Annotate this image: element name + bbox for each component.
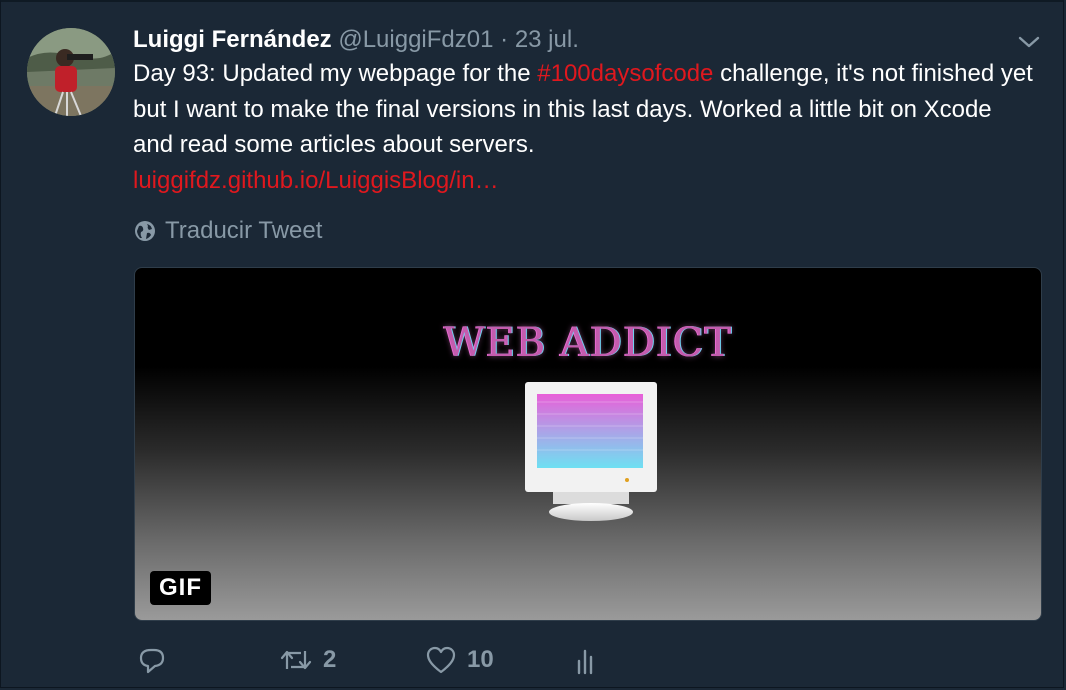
monitor-graphic bbox=[525, 382, 657, 521]
reply-icon bbox=[139, 648, 165, 674]
url-link[interactable]: luiggifdz.github.io/LuiggisBlog/in… bbox=[133, 167, 499, 194]
translate-label: Traducir Tweet bbox=[165, 217, 323, 244]
analytics-icon bbox=[577, 649, 593, 675]
avatar[interactable] bbox=[27, 28, 115, 116]
retweet-button[interactable]: 2 bbox=[279, 640, 336, 680]
chevron-down-icon[interactable] bbox=[1017, 32, 1041, 52]
header-separator: · bbox=[500, 26, 509, 53]
author-name[interactable]: Luiggi Fernández bbox=[133, 26, 332, 53]
author-handle[interactable]: @LuiggiFdz01 bbox=[338, 26, 493, 53]
avatar-photo bbox=[27, 28, 115, 116]
gif-title-text: WEB ADDICT bbox=[443, 320, 733, 366]
tweet-header: Luiggi Fernández @LuiggiFdz01 · 23 jul. bbox=[133, 24, 579, 56]
retweet-icon bbox=[280, 650, 312, 670]
like-count: 10 bbox=[467, 646, 494, 673]
like-button[interactable]: 10 bbox=[425, 640, 494, 680]
globe-icon bbox=[135, 221, 155, 241]
translate-tweet-button[interactable]: Traducir Tweet bbox=[133, 214, 322, 248]
reply-button[interactable] bbox=[137, 640, 177, 680]
heart-icon bbox=[426, 646, 456, 674]
tweet-text-start: Day 93: Updated my webpage for the bbox=[133, 60, 538, 87]
tweet-card[interactable]: Luiggi Fernández @LuiggiFdz01 · 23 jul. … bbox=[0, 0, 1064, 688]
hashtag-link[interactable]: #100daysofcode bbox=[537, 60, 713, 87]
tweet-date[interactable]: 23 jul. bbox=[515, 26, 579, 53]
tweet-text: Day 93: Updated my webpage for the #100d… bbox=[133, 56, 1033, 198]
gif-media[interactable]: WEB ADDICT GIF bbox=[134, 267, 1042, 621]
gif-badge: GIF bbox=[150, 571, 211, 605]
analytics-button[interactable] bbox=[573, 640, 601, 680]
tweet-actions: 2 10 bbox=[137, 640, 737, 680]
retweet-count: 2 bbox=[323, 646, 337, 673]
